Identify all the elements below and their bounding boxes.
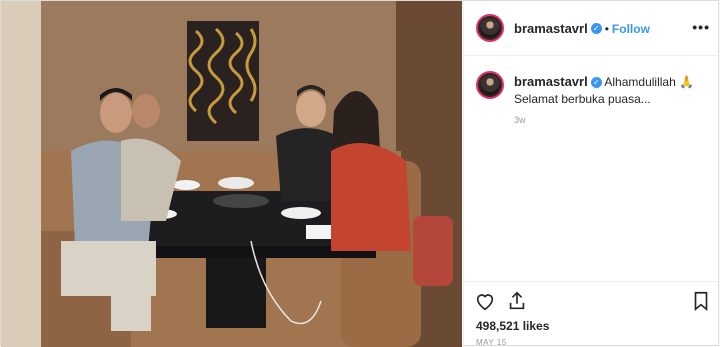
caption-username-link[interactable]: bramastavrl — [514, 74, 588, 89]
caption-text-line1: Alhamdulillah 🙏 — [604, 75, 695, 89]
caption-avatar[interactable] — [476, 71, 504, 99]
share-icon[interactable] — [506, 290, 528, 312]
header-user-row: bramastavrl ✓ • Follow — [514, 20, 650, 38]
separator-dot: • — [604, 22, 609, 36]
instagram-post-card: bramastavrl ✓ • Follow ••• bramastavrl ✓ Alh… — [0, 0, 720, 347]
verified-badge-icon: ✓ — [590, 23, 602, 35]
avatar[interactable] — [476, 14, 504, 42]
caption-text-line2: Selamat berbuka puasa... — [514, 92, 651, 106]
post-photo[interactable] — [1, 1, 462, 347]
post-actions: 498,521 likes MAY 15 — [464, 281, 720, 347]
post-date: MAY 15 — [476, 338, 507, 347]
likes-count[interactable]: 498,521 likes — [476, 319, 549, 333]
follow-button[interactable]: Follow — [612, 22, 650, 36]
username-link[interactable]: bramastavrl — [514, 21, 588, 36]
bookmark-icon[interactable] — [690, 290, 712, 312]
post-side-panel: bramastavrl ✓ • Follow ••• bramastavrl ✓ Alh… — [463, 1, 720, 347]
post-header: bramastavrl ✓ • Follow ••• — [464, 1, 720, 56]
verified-badge-icon: ✓ — [590, 77, 602, 89]
heart-icon[interactable] — [474, 290, 496, 312]
post-photo-illustration — [1, 1, 462, 347]
caption: bramastavrl ✓ Alhamdulillah 🙏 Selamat ber… — [514, 73, 710, 108]
more-icon[interactable]: ••• — [692, 19, 710, 35]
time-ago[interactable]: 3w — [514, 115, 526, 125]
